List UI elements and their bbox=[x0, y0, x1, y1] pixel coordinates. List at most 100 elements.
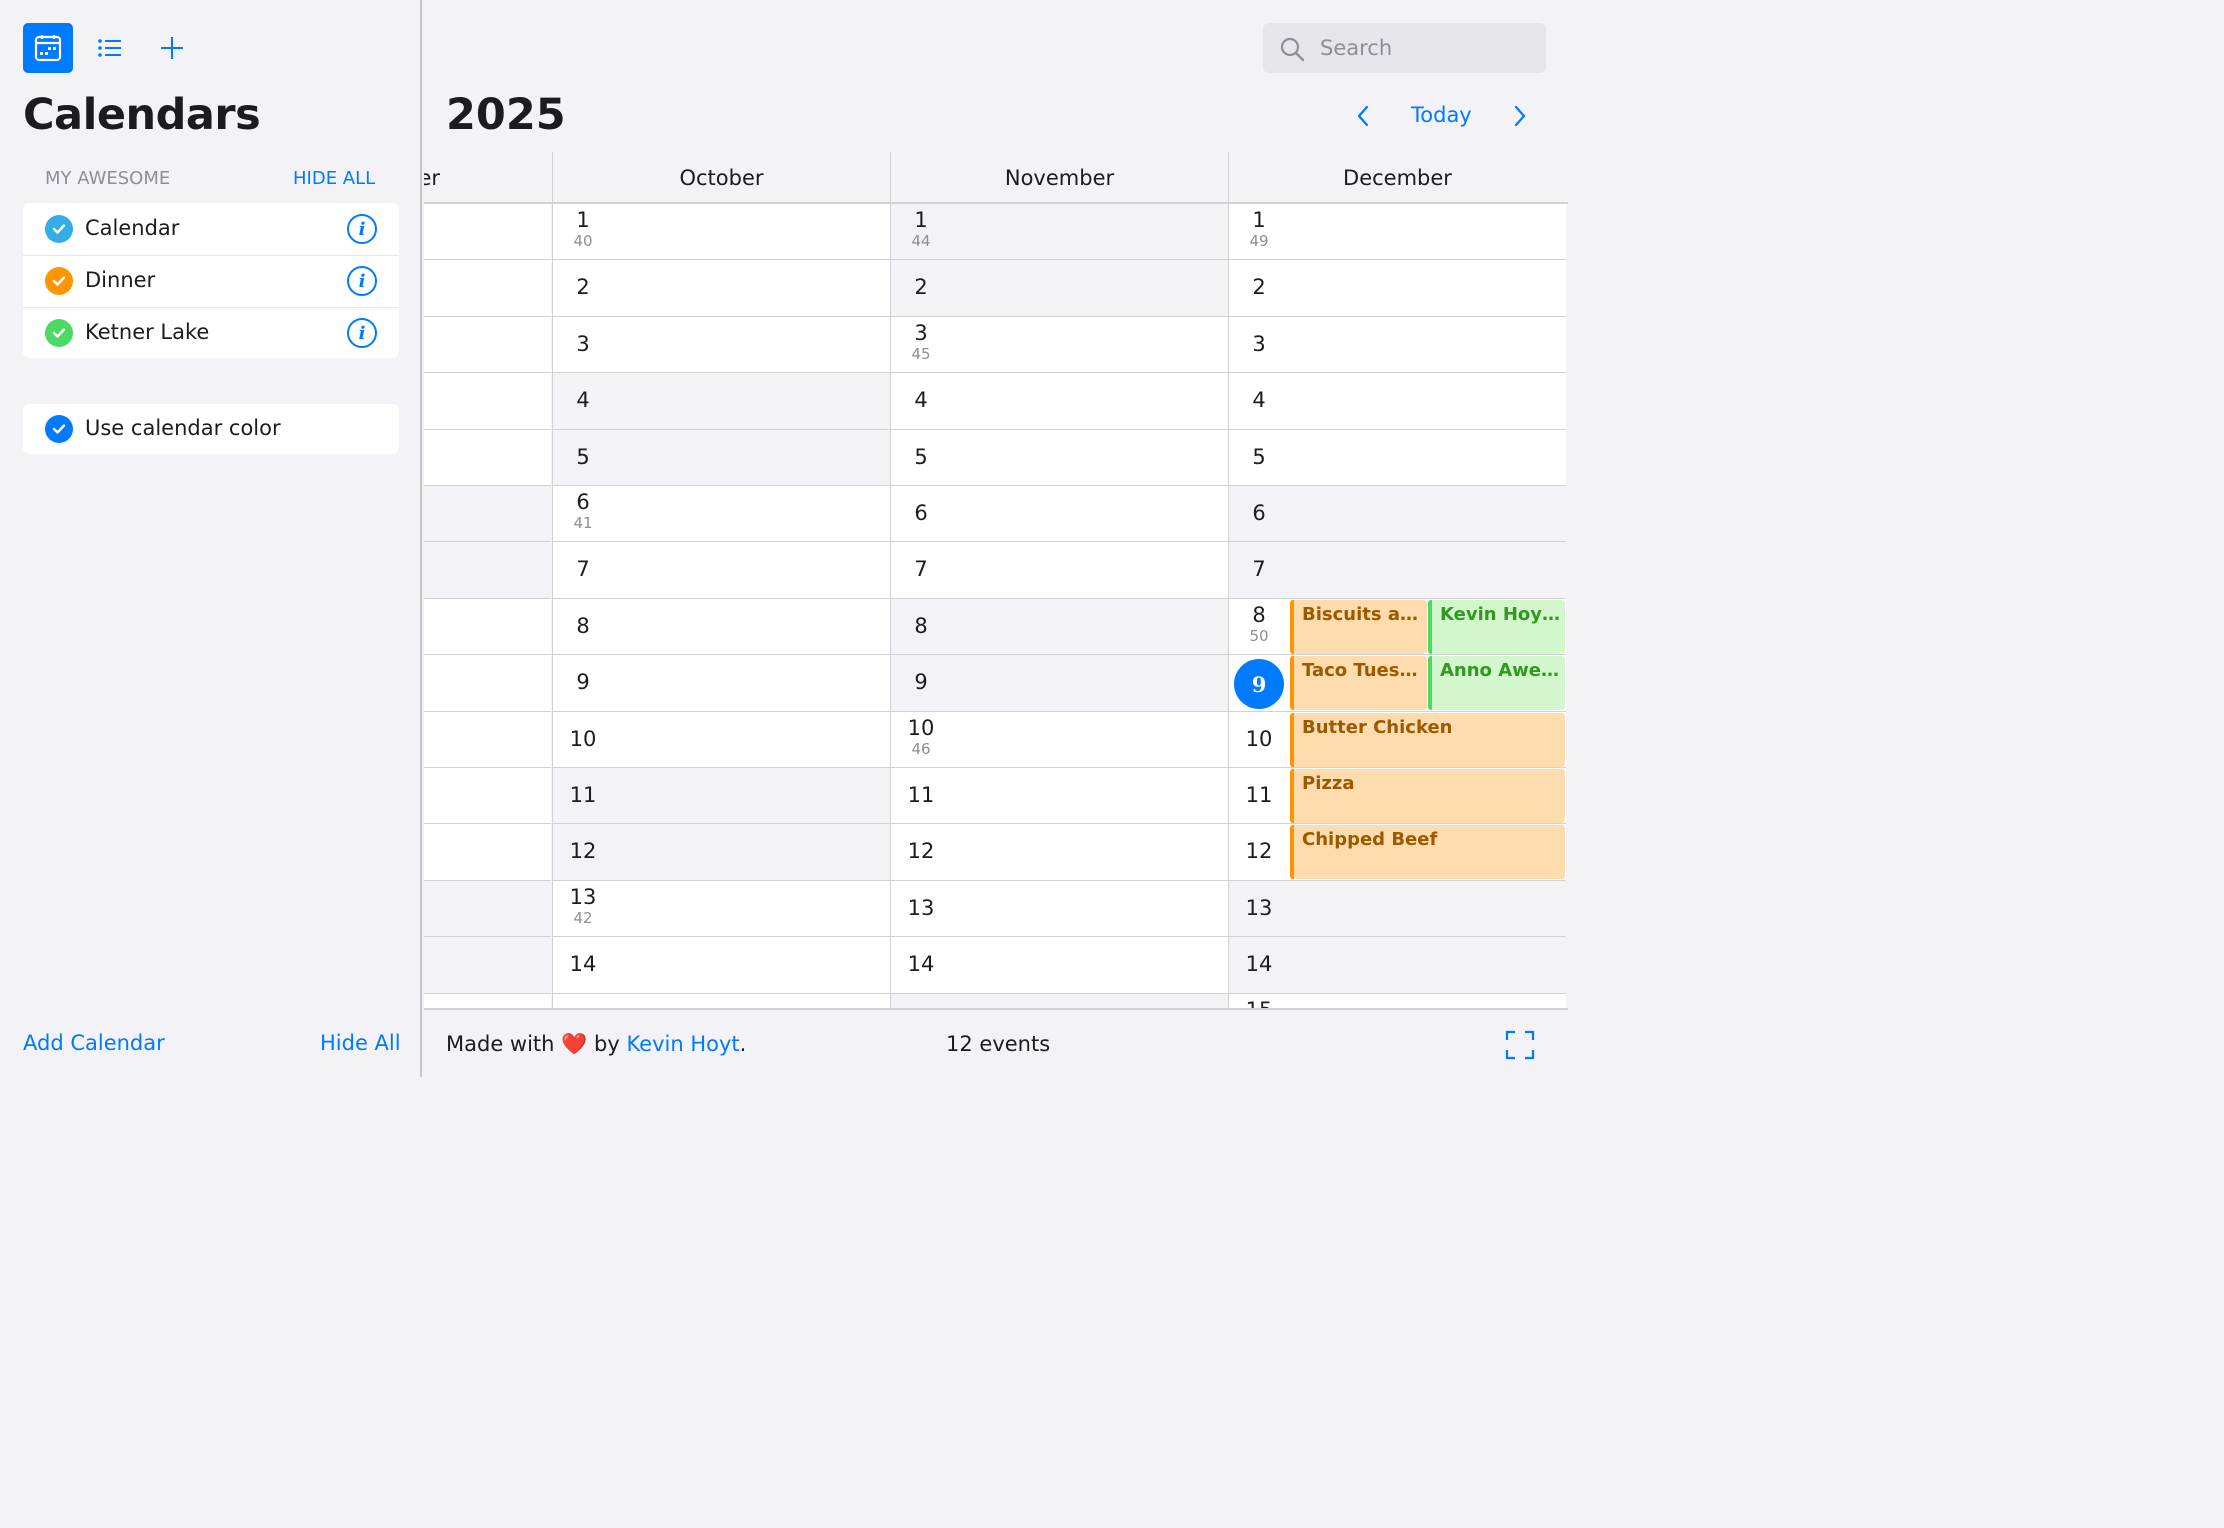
day-cell[interactable]: 15 bbox=[553, 993, 890, 1008]
day-cell[interactable]: 7 bbox=[891, 542, 1228, 599]
day-cell[interactable]: 9 bbox=[553, 655, 890, 712]
search-icon bbox=[1280, 37, 1305, 62]
day-cell[interactable]: 136 bbox=[424, 204, 551, 261]
event-dinner[interactable]: Butter Chicken bbox=[1290, 712, 1565, 767]
day-number: 2 bbox=[914, 275, 928, 300]
year-grid[interactable]: SeptemberOctoberNovemberDecember 1362345… bbox=[424, 152, 1568, 1008]
day-cell[interactable]: 14 bbox=[891, 937, 1228, 994]
day-cell[interactable]: 7 bbox=[1229, 542, 1566, 599]
day-cell[interactable]: 13 bbox=[424, 880, 551, 938]
day-cell[interactable]: 3 bbox=[424, 316, 551, 374]
day-number: 11 bbox=[569, 783, 597, 807]
day-cell[interactable]: 15 bbox=[891, 993, 1228, 1008]
day-cell[interactable]: 6 bbox=[424, 486, 551, 543]
day-cell[interactable]: 4 bbox=[424, 373, 551, 430]
day-cell[interactable]: 3 bbox=[553, 316, 890, 374]
add-calendar-button[interactable]: Add Calendar bbox=[23, 1031, 165, 1055]
day-cell[interactable]: 837 bbox=[424, 598, 551, 656]
day-cell[interactable]: 2 bbox=[424, 260, 551, 317]
calendar-label: Ketner Lake bbox=[85, 320, 210, 344]
day-cell[interactable]: 3 45 bbox=[891, 316, 1228, 374]
day-cell[interactable]: 14 bbox=[1229, 937, 1566, 994]
list-view-button[interactable] bbox=[85, 23, 135, 73]
day-cell[interactable]: 11 bbox=[891, 768, 1228, 825]
day-cell[interactable]: 10 bbox=[424, 711, 551, 768]
day-cell[interactable]: 7 bbox=[553, 542, 890, 599]
chevron-right-icon[interactable] bbox=[1511, 103, 1529, 129]
day-cell[interactable]: 4 bbox=[553, 373, 890, 430]
day-number: 4 bbox=[1252, 388, 1266, 413]
month-column-september: 136234567837910111213141538 bbox=[424, 204, 551, 1008]
day-cell[interactable]: 1 40 bbox=[553, 204, 890, 261]
info-icon[interactable]: i bbox=[347, 214, 377, 244]
event-ketner-lake[interactable]: Anno Awes... bbox=[1428, 656, 1565, 711]
today-button[interactable]: Today bbox=[1411, 103, 1472, 127]
day-cell[interactable]: 5 bbox=[1229, 429, 1566, 486]
day-cell[interactable]: 1551 bbox=[1229, 993, 1566, 1008]
author-link[interactable]: Kevin Hoyt bbox=[626, 1032, 739, 1056]
event-dinner[interactable]: Pizza bbox=[1290, 769, 1565, 823]
day-number: 13 bbox=[569, 884, 597, 909]
year-title: 2025 bbox=[446, 90, 566, 140]
info-icon[interactable]: i bbox=[347, 266, 377, 296]
hide-all-button[interactable]: Hide All bbox=[320, 1031, 401, 1055]
chevron-left-icon[interactable] bbox=[1354, 103, 1372, 129]
day-cell[interactable]: 10 bbox=[553, 711, 890, 768]
day-cell[interactable]: 1 49 bbox=[1229, 204, 1566, 261]
day-cell[interactable]: 13 bbox=[891, 880, 1228, 938]
checkmark-icon[interactable] bbox=[45, 319, 73, 347]
day-cell[interactable]: 2 bbox=[553, 260, 890, 317]
day-cell[interactable]: 13 42 bbox=[553, 880, 890, 938]
day-cell[interactable]: 5 bbox=[553, 429, 890, 486]
day-cell[interactable]: 5 bbox=[424, 429, 551, 486]
day-cell[interactable]: 12 bbox=[424, 824, 551, 881]
day-cell[interactable]: 10 46 bbox=[891, 711, 1228, 768]
info-icon[interactable]: i bbox=[347, 318, 377, 348]
week-number: 44 bbox=[911, 232, 931, 250]
day-cell[interactable]: 11 bbox=[553, 768, 890, 825]
day-cell[interactable]: 12 bbox=[891, 824, 1228, 881]
event-dinner[interactable]: Taco Tuesd... bbox=[1290, 656, 1427, 711]
day-cell[interactable]: 13 bbox=[1229, 880, 1566, 938]
day-cell[interactable]: 1 44 bbox=[891, 204, 1228, 261]
main-panel: Search 2025 Today September OctoberNovemb… bbox=[424, 0, 1568, 1077]
use-calendar-color-toggle[interactable]: Use calendar color bbox=[23, 404, 399, 454]
day-cell[interactable]: 11 bbox=[424, 768, 551, 825]
fullscreen-icon[interactable] bbox=[1505, 1030, 1535, 1060]
event-dinner[interactable]: Chipped Beef bbox=[1290, 825, 1565, 880]
calendar-row-dinner[interactable]: Dinner i bbox=[23, 255, 399, 307]
plus-icon bbox=[161, 37, 183, 59]
heart-icon: ❤️ bbox=[561, 1032, 588, 1056]
day-cell[interactable]: 8 bbox=[553, 598, 890, 656]
day-cell[interactable]: 6 41 bbox=[553, 486, 890, 543]
day-cell[interactable]: 12 bbox=[553, 824, 890, 881]
day-cell[interactable]: 14 bbox=[424, 937, 551, 994]
day-cell[interactable]: 6 bbox=[891, 486, 1228, 543]
day-cell[interactable]: 8 bbox=[891, 598, 1228, 656]
day-cell[interactable]: 4 bbox=[891, 373, 1228, 430]
group-hide-all-button[interactable]: HIDE ALL bbox=[293, 168, 375, 189]
add-event-button[interactable] bbox=[147, 23, 197, 73]
day-cell[interactable]: 7 bbox=[424, 542, 551, 599]
day-cell[interactable]: 9 bbox=[424, 655, 551, 712]
calendar-row-calendar[interactable]: Calendar i bbox=[23, 203, 399, 255]
checkmark-icon[interactable] bbox=[45, 215, 73, 243]
day-cell[interactable]: 4 bbox=[1229, 373, 1566, 430]
day-cell[interactable]: 2 bbox=[1229, 260, 1566, 317]
day-cell[interactable]: 1538 bbox=[424, 993, 551, 1008]
search-field[interactable]: Search bbox=[1263, 23, 1546, 73]
calendar-view-button[interactable] bbox=[23, 23, 73, 73]
checkmark-icon[interactable] bbox=[45, 267, 73, 295]
event-ketner-lake[interactable]: Kevin Hoyt ... bbox=[1428, 599, 1565, 654]
day-cell[interactable]: 6 bbox=[1229, 486, 1566, 543]
calendar-row-ketner-lake[interactable]: Ketner Lake i bbox=[23, 307, 399, 358]
day-number: 12 bbox=[907, 839, 935, 864]
day-cell[interactable]: 3 bbox=[1229, 316, 1566, 374]
day-cell[interactable]: 9 bbox=[891, 655, 1228, 712]
day-cell[interactable]: 2 bbox=[891, 260, 1228, 317]
day-cell[interactable]: 5 bbox=[891, 429, 1228, 486]
day-cell[interactable]: 14 bbox=[553, 937, 890, 994]
credits: Made with ❤️ by Kevin Hoyt. bbox=[446, 1032, 746, 1057]
checkmark-icon[interactable] bbox=[45, 415, 73, 443]
event-dinner[interactable]: Biscuits an... bbox=[1290, 599, 1427, 654]
